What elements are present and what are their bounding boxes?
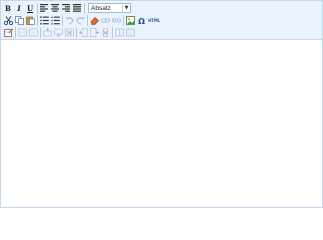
paste-icon bbox=[25, 16, 35, 25]
format-select[interactable]: Absatz ▼ bbox=[88, 3, 131, 13]
col-after-button[interactable] bbox=[89, 27, 99, 38]
align-center-button[interactable] bbox=[50, 3, 60, 14]
toolbar-row-3 bbox=[3, 26, 136, 38]
undo-button[interactable] bbox=[64, 15, 74, 26]
html-source-button[interactable]: HTML bbox=[147, 15, 161, 26]
split-cells-button[interactable] bbox=[114, 27, 124, 38]
toolbar-separator bbox=[37, 14, 38, 26]
bullet-list-button[interactable] bbox=[39, 15, 49, 26]
toolbar-row-1: B I U Absatz ▼ bbox=[3, 2, 131, 14]
eraser-icon bbox=[90, 16, 99, 25]
redo-icon bbox=[75, 16, 84, 24]
unlink-button[interactable] bbox=[111, 15, 121, 26]
align-right-button[interactable] bbox=[61, 3, 71, 14]
copy-icon bbox=[14, 15, 24, 25]
insert-row-before-icon bbox=[42, 27, 52, 36]
table-cell-icon bbox=[28, 28, 38, 36]
insert-table-button[interactable] bbox=[3, 27, 13, 38]
toolbar-separator bbox=[37, 2, 38, 14]
col-before-button[interactable] bbox=[78, 27, 88, 38]
toolbar-separator bbox=[84, 2, 85, 14]
unlink-icon bbox=[111, 18, 121, 22]
link-button[interactable] bbox=[100, 15, 110, 26]
delete-col-button[interactable] bbox=[100, 27, 110, 38]
delete-row-button[interactable] bbox=[64, 27, 74, 38]
rich-text-editor: B I U Absatz ▼ Ω HTML bbox=[0, 0, 323, 208]
redo-button[interactable] bbox=[75, 15, 85, 26]
align-center-icon bbox=[51, 4, 59, 12]
bold-button[interactable]: B bbox=[3, 3, 13, 14]
editor-content-area[interactable] bbox=[1, 40, 322, 207]
image-button[interactable] bbox=[125, 15, 135, 26]
toolbar-separator bbox=[76, 26, 77, 38]
table-row-props-button[interactable] bbox=[17, 27, 27, 38]
align-right-icon bbox=[62, 4, 70, 12]
copy-button[interactable] bbox=[14, 15, 24, 26]
split-cells-icon bbox=[114, 28, 124, 36]
align-left-button[interactable] bbox=[39, 3, 49, 14]
insert-col-after-icon bbox=[89, 27, 99, 37]
align-justify-icon bbox=[73, 4, 81, 12]
undo-icon bbox=[65, 16, 74, 24]
table-cell-props-button[interactable] bbox=[28, 27, 38, 38]
toolbar-separator bbox=[62, 14, 63, 26]
scissors-icon bbox=[3, 15, 13, 25]
svg-text:Ω: Ω bbox=[138, 17, 145, 25]
format-select-value: Absatz bbox=[91, 5, 111, 12]
merge-cells-icon bbox=[125, 28, 135, 36]
align-left-icon bbox=[40, 4, 48, 12]
cut-button[interactable] bbox=[3, 15, 13, 26]
omega-icon: Ω bbox=[138, 17, 145, 25]
row-before-button[interactable] bbox=[42, 27, 52, 38]
toolbar-separator bbox=[15, 26, 16, 38]
image-icon bbox=[125, 15, 135, 25]
insert-row-after-icon bbox=[53, 28, 63, 37]
toolbar-row-2: Ω HTML bbox=[3, 14, 162, 26]
table-edit-icon bbox=[3, 27, 13, 37]
table-row-icon bbox=[17, 28, 27, 36]
delete-row-icon bbox=[64, 28, 74, 36]
link-icon bbox=[100, 18, 110, 22]
insert-col-before-icon bbox=[78, 27, 88, 37]
toolbar-separator bbox=[40, 26, 41, 38]
editor-toolbar: B I U Absatz ▼ Ω HTML bbox=[1, 1, 322, 40]
toolbar-separator bbox=[87, 14, 88, 26]
numbered-list-icon bbox=[50, 16, 60, 25]
align-justify-button[interactable] bbox=[72, 3, 82, 14]
chevron-down-icon: ▼ bbox=[122, 4, 130, 12]
bullet-list-icon bbox=[39, 15, 49, 25]
italic-button[interactable]: I bbox=[14, 3, 24, 14]
numbered-list-button[interactable] bbox=[50, 15, 60, 26]
merge-cells-button[interactable] bbox=[125, 27, 135, 38]
row-after-button[interactable] bbox=[53, 27, 63, 38]
underline-button[interactable]: U bbox=[25, 3, 35, 14]
delete-col-icon bbox=[102, 27, 108, 37]
clean-format-button[interactable] bbox=[89, 15, 99, 26]
paste-button[interactable] bbox=[25, 15, 35, 26]
toolbar-separator bbox=[123, 14, 124, 26]
toolbar-separator bbox=[112, 26, 113, 38]
special-char-button[interactable]: Ω bbox=[136, 15, 146, 26]
